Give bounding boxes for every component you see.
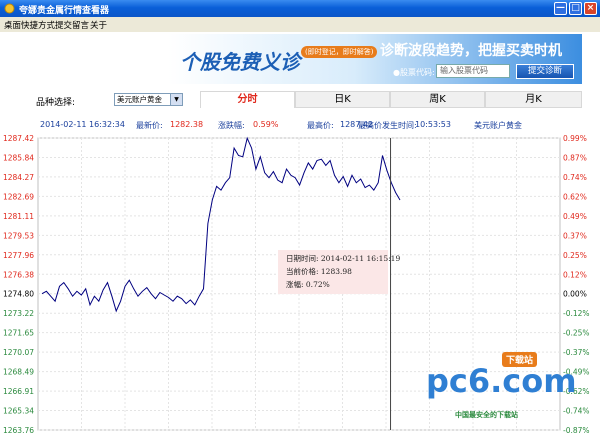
- y-tick-left: 1282.69: [3, 192, 34, 201]
- submit-diagnosis-button[interactable]: 提交诊断: [516, 64, 574, 79]
- stock-code-label: ●股票代码:: [393, 68, 435, 77]
- close-button[interactable]: ×: [584, 2, 597, 15]
- tooltip-change: 涨幅: 0.72%: [286, 279, 330, 289]
- tab-daily-k[interactable]: 日K: [295, 91, 390, 108]
- y-tick-left: 1263.76: [3, 426, 34, 433]
- period-tabs: 分时 日K 周K 月K: [200, 91, 582, 108]
- variety-label: 品种选择:: [36, 98, 76, 108]
- banner-pill: (即时登记，即时解答): [301, 46, 378, 58]
- y-tick-right: 0.00%: [563, 290, 587, 299]
- watermark-slogan: 中国最安全的下载站: [455, 411, 518, 419]
- y-tick-left: 1266.91: [3, 387, 34, 396]
- variety-select-value: 美元账户黄金: [117, 95, 162, 104]
- y-tick-right: 0.12%: [563, 270, 587, 279]
- tab-intraday[interactable]: 分时: [200, 91, 295, 108]
- y-tick-left: 1281.11: [3, 212, 34, 221]
- y-tick-left: 1274.80: [3, 290, 34, 299]
- minimize-icon: —: [556, 3, 565, 13]
- tab-weekly-k[interactable]: 周K: [390, 91, 485, 108]
- product-name: 美元账户黄金: [474, 121, 522, 130]
- maximize-button[interactable]: □: [569, 2, 582, 15]
- close-icon: ×: [586, 3, 595, 13]
- y-tick-right: 0.74%: [563, 173, 587, 182]
- y-tick-left: 1273.22: [3, 309, 34, 318]
- y-tick-left: 1265.34: [3, 407, 34, 416]
- window-title: 夸娜贵金属行情查看器: [19, 6, 110, 16]
- high-time-label: 最高价发生时间:: [358, 121, 417, 130]
- chevron-down-icon[interactable]: ▼: [170, 94, 182, 105]
- y-tick-left: 1271.65: [3, 329, 34, 338]
- main-content: 个股免费义诊 (即时登记，即时解答) 诊断波段趋势，把握买卖时机 ●股票代码: …: [0, 32, 600, 433]
- y-tick-right: 0.25%: [563, 251, 587, 260]
- title-bar: 夸娜贵金属行情查看器 — □ ×: [0, 0, 600, 17]
- latest-price-label: 最新价:: [136, 121, 163, 130]
- minimize-button[interactable]: —: [554, 2, 567, 15]
- banner-slogan-main: 个股免费义诊: [180, 50, 300, 74]
- quote-datetime: 2014-02-11 16:32:34: [40, 120, 125, 129]
- menu-about[interactable]: 关于: [90, 19, 107, 31]
- app-icon: [4, 3, 15, 14]
- y-tick-left: 1287.42: [3, 134, 34, 143]
- menu-bar: 桌面快捷方式 提交留言 关于: [0, 17, 600, 33]
- watermark-tag: 下载站: [502, 352, 538, 367]
- y-tick-right: -0.74%: [563, 407, 590, 416]
- stock-code-input[interactable]: 输入股票代码: [436, 64, 510, 78]
- latest-price-value: 1282.38: [170, 120, 204, 129]
- maximize-icon: □: [571, 3, 580, 13]
- y-tick-left: 1279.53: [3, 231, 34, 240]
- y-tick-left: 1284.27: [3, 173, 34, 182]
- tab-monthly-k[interactable]: 月K: [485, 91, 582, 108]
- y-tick-right: -0.25%: [563, 329, 590, 338]
- watermark-brand: pc6.com: [426, 362, 577, 400]
- tooltip-price: 当前价格: 1283.98: [286, 266, 352, 276]
- y-tick-right: 0.37%: [563, 231, 587, 240]
- high-price-label: 最高价:: [307, 121, 334, 130]
- change-value: 0.59%: [253, 120, 279, 129]
- menu-submit-message[interactable]: 提交留言: [55, 19, 89, 31]
- y-tick-right: 0.62%: [563, 192, 587, 201]
- y-tick-left: 1285.84: [3, 153, 34, 162]
- variety-select[interactable]: 美元账户黄金 ▼: [114, 93, 183, 106]
- y-tick-left: 1270.07: [3, 348, 34, 357]
- menu-desktop-shortcut[interactable]: 桌面快捷方式: [4, 19, 55, 31]
- y-tick-right: -0.37%: [563, 348, 590, 357]
- y-tick-right: 0.87%: [563, 153, 587, 162]
- y-tick-right: -0.12%: [563, 309, 590, 318]
- y-tick-right: 0.99%: [563, 134, 587, 143]
- y-tick-right: -0.87%: [563, 426, 590, 433]
- y-tick-right: 0.49%: [563, 212, 587, 221]
- banner-slogan-secondary: 诊断波段趋势，把握买卖时机: [380, 43, 562, 59]
- y-tick-left: 1277.96: [3, 251, 34, 260]
- high-time-value: 10:53:53: [415, 120, 451, 129]
- change-label: 涨跌幅:: [218, 121, 245, 130]
- quote-info-bar: 2014-02-11 16:32:34 最新价: 1282.38 涨跌幅: 0.…: [0, 118, 600, 132]
- y-tick-left: 1268.49: [3, 368, 34, 377]
- tooltip-date: 日期时间: 2014-02-11 16:15:19: [286, 253, 400, 263]
- ad-banner[interactable]: 个股免费义诊 (即时登记，即时解答) 诊断波段趋势，把握买卖时机 ●股票代码: …: [168, 34, 582, 84]
- y-tick-left: 1276.38: [3, 270, 34, 279]
